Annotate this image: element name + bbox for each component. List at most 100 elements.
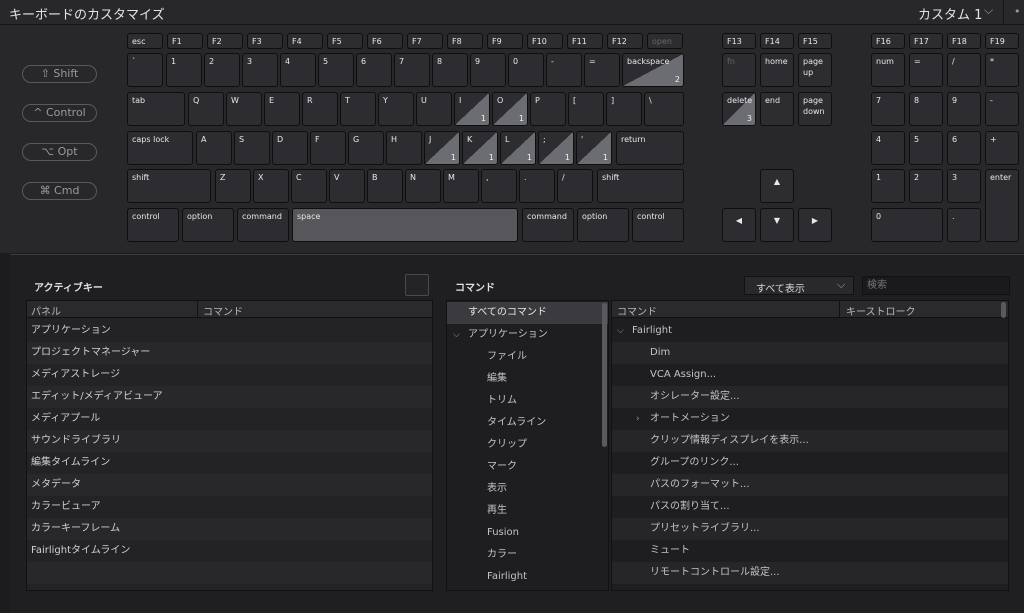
key-backspace[interactable]: backspace 2 — [622, 53, 684, 87]
option-modifier-toggle[interactable]: ⌥ Opt — [22, 143, 97, 161]
table-row[interactable]: アプリケーション — [27, 320, 432, 342]
key-f13[interactable]: F13 — [722, 33, 756, 49]
table-row[interactable]: エディット/メディアビューア — [27, 386, 432, 408]
key-right-shift[interactable]: shift — [597, 169, 684, 203]
key-f15[interactable]: F15 — [798, 33, 832, 49]
column-header-command[interactable]: コマンド — [203, 303, 243, 318]
key-kp-equals[interactable]: = — [909, 53, 943, 87]
shift-modifier-toggle[interactable]: ⇧ Shift — [22, 65, 97, 83]
command-row[interactable]: リモートコントロール設定... — [612, 562, 1008, 584]
key-o[interactable]: O 1 — [492, 92, 528, 126]
key-semicolon[interactable]: ; 1 — [538, 131, 574, 165]
key-kp-minus[interactable]: - — [985, 92, 1019, 126]
key-f5[interactable]: F5 — [327, 33, 363, 49]
tree-item-playback[interactable]: 再生 — [447, 500, 608, 522]
key-kp-7[interactable]: 7 — [871, 92, 905, 126]
key-h[interactable]: H — [386, 131, 422, 165]
key-left-control[interactable]: control — [127, 208, 179, 242]
key-f3[interactable]: F3 — [247, 33, 283, 49]
command-modifier-toggle[interactable]: ⌘ Cmd — [22, 182, 97, 200]
key-f1[interactable]: F1 — [167, 33, 203, 49]
control-modifier-toggle[interactable]: ^ Control — [22, 104, 97, 122]
column-header-panel[interactable]: パネル — [31, 303, 61, 318]
key-equals[interactable]: = — [584, 53, 620, 87]
key-f2[interactable]: F2 — [207, 33, 243, 49]
key-home[interactable]: home — [760, 53, 794, 87]
key-space[interactable]: space — [292, 208, 518, 242]
key-f[interactable]: F — [310, 131, 346, 165]
key-slash[interactable]: / — [557, 169, 593, 203]
command-row[interactable]: パスの割り当て... — [612, 496, 1008, 518]
key-caps-lock[interactable]: caps lock — [127, 131, 193, 165]
tree-item-trim[interactable]: トリム — [447, 390, 608, 412]
key-kp-0[interactable]: 0 — [871, 208, 943, 242]
key-backslash[interactable]: \ — [644, 92, 684, 126]
chevron-right-icon[interactable]: › — [636, 408, 640, 430]
key-f9[interactable]: F9 — [487, 33, 523, 49]
column-header-command[interactable]: コマンド — [617, 303, 657, 318]
key-open[interactable]: open — [647, 33, 683, 49]
key-kp-4[interactable]: 4 — [871, 131, 905, 165]
key-w[interactable]: W — [226, 92, 262, 126]
key-l[interactable]: L 1 — [500, 131, 536, 165]
key-7[interactable]: 7 — [394, 53, 430, 87]
key-v[interactable]: V — [329, 169, 365, 203]
key-kp-9[interactable]: 9 — [947, 92, 981, 126]
key-f14[interactable]: F14 — [760, 33, 794, 49]
key-minus[interactable]: - — [546, 53, 582, 87]
key-kp-enter[interactable]: enter — [985, 169, 1019, 242]
key-kp-3[interactable]: 3 — [947, 169, 981, 203]
key-kp-plus[interactable]: + — [985, 131, 1019, 165]
command-group-fairlight[interactable]: ⌵ Fairlight — [612, 320, 1008, 342]
key-arrow-right[interactable]: ▶ — [798, 208, 832, 242]
key-k[interactable]: K 1 — [462, 131, 498, 165]
table-row[interactable]: メディアストレージ — [27, 364, 432, 386]
preset-selector[interactable]: カスタム 1 — [918, 4, 982, 23]
key-page-up[interactable]: page up — [798, 53, 832, 87]
key-s[interactable]: S — [234, 131, 270, 165]
options-menu-icon[interactable]: • — [1014, 5, 1021, 18]
table-row[interactable]: Fairlightタイムライン — [27, 540, 432, 562]
key-f17[interactable]: F17 — [909, 33, 943, 49]
key-return[interactable]: return — [616, 131, 684, 165]
command-row[interactable]: ミュート — [612, 540, 1008, 562]
key-d[interactable]: D — [272, 131, 308, 165]
tree-scrollbar[interactable] — [602, 303, 607, 447]
table-row[interactable]: 編集タイムライン — [27, 452, 432, 474]
key-1[interactable]: 1 — [166, 53, 202, 87]
key-end[interactable]: end — [760, 92, 794, 126]
key-0[interactable]: 0 — [508, 53, 544, 87]
key-f7[interactable]: F7 — [407, 33, 443, 49]
key-j[interactable]: J 1 — [424, 131, 460, 165]
command-row[interactable]: プリセットライブラリ... — [612, 518, 1008, 540]
key-f12[interactable]: F12 — [607, 33, 643, 49]
key-left-bracket[interactable]: [ — [568, 92, 604, 126]
key-comma[interactable]: , — [481, 169, 517, 203]
key-left-command[interactable]: command — [237, 208, 289, 242]
command-row[interactable]: グループのリンク... — [612, 452, 1008, 474]
key-p[interactable]: P — [530, 92, 566, 126]
tree-item-file[interactable]: ファイル — [447, 346, 608, 368]
command-row[interactable]: Dim — [612, 342, 1008, 364]
table-row[interactable]: プロジェクトマネージャー — [27, 342, 432, 364]
chevron-down-icon[interactable]: ⌵ — [984, 3, 993, 18]
key-f10[interactable]: F10 — [527, 33, 563, 49]
key-fn[interactable]: fn — [722, 53, 756, 87]
key-x[interactable]: X — [253, 169, 289, 203]
key-left-option[interactable]: option — [182, 208, 234, 242]
key-9[interactable]: 9 — [470, 53, 506, 87]
key-left-shift[interactable]: shift — [127, 169, 211, 203]
tree-item-clip[interactable]: クリップ — [447, 434, 608, 456]
key-period[interactable]: . — [519, 169, 555, 203]
tree-item-mark[interactable]: マーク — [447, 456, 608, 478]
column-divider[interactable] — [839, 301, 840, 318]
key-kp-8[interactable]: 8 — [909, 92, 943, 126]
key-backtick[interactable]: ` — [127, 53, 163, 87]
key-f4[interactable]: F4 — [287, 33, 323, 49]
key-4[interactable]: 4 — [280, 53, 316, 87]
key-page-down[interactable]: page down — [798, 92, 832, 126]
key-quote[interactable]: ' 1 — [576, 131, 612, 165]
key-arrow-left[interactable]: ◀ — [722, 208, 756, 242]
key-right-option[interactable]: option — [577, 208, 629, 242]
tree-item-view[interactable]: 表示 — [447, 478, 608, 500]
